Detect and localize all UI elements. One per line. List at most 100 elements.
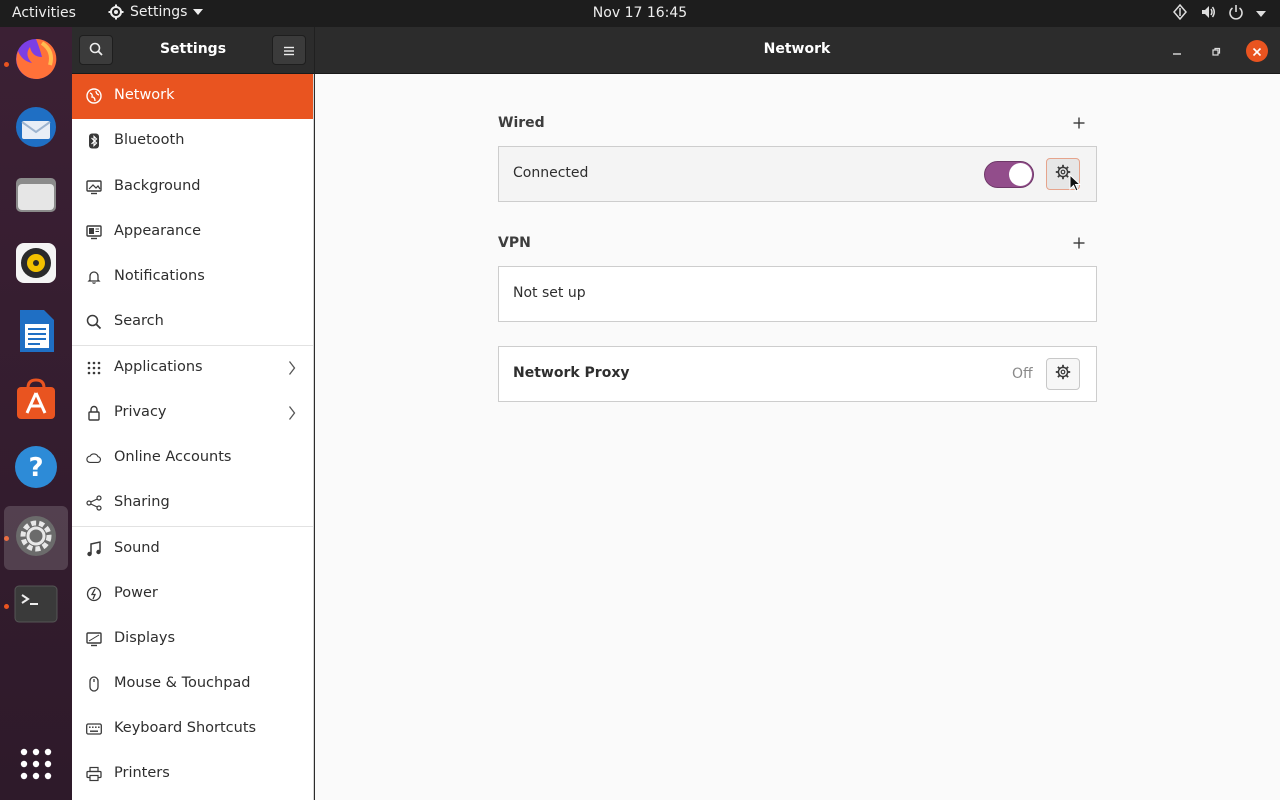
sidebar-item-network[interactable]: Network (72, 74, 313, 119)
maximize-button[interactable] (1205, 40, 1227, 62)
sidebar-item-privacy[interactable]: Privacy (72, 391, 313, 436)
music-note-icon (86, 541, 102, 557)
sidebar-item-label: Sharing (114, 494, 170, 510)
power-menu-icon[interactable] (1228, 4, 1244, 24)
sidebar-item-sound[interactable]: Sound (72, 527, 313, 572)
caret-down-icon (193, 8, 204, 16)
sidebar-item-label: Bluetooth (114, 132, 185, 148)
caret-down-icon[interactable] (1256, 6, 1266, 22)
sidebar-item-label: Online Accounts (114, 449, 232, 465)
wired-toggle-switch[interactable] (984, 161, 1034, 188)
sidebar-item-background[interactable]: Background (72, 165, 313, 210)
sidebar-item-label: Displays (114, 630, 176, 646)
dock-files[interactable] (4, 165, 68, 229)
sidebar-item-label: Network (114, 87, 175, 103)
plus-icon (1073, 234, 1085, 253)
sidebar-item-bluetooth[interactable]: Bluetooth (72, 119, 313, 164)
minimize-button[interactable] (1166, 40, 1188, 62)
proxy-settings-button[interactable] (1046, 358, 1080, 390)
hamburger-menu-icon (283, 41, 295, 60)
printer-icon (86, 766, 102, 782)
sidebar-item-applications[interactable]: Applications (72, 346, 313, 391)
sidebar-item-search[interactable]: Search (72, 300, 313, 345)
sidebar-item-keyboard-shortcuts[interactable]: Keyboard Shortcuts (72, 707, 313, 752)
dock-writer[interactable] (4, 301, 68, 365)
add-wired-button[interactable] (1068, 112, 1090, 134)
sidebar: Network Bluetooth Background Appearance … (72, 74, 314, 800)
show-apps-button[interactable] (4, 734, 68, 798)
add-vpn-button[interactable] (1068, 232, 1090, 254)
close-icon (1252, 42, 1262, 61)
network-icon (86, 88, 102, 104)
appearance-icon (86, 224, 102, 240)
menu-button[interactable] (272, 35, 306, 65)
dock-help[interactable]: ? (4, 437, 68, 501)
cloud-icon (86, 450, 102, 466)
dock-terminal[interactable] (4, 574, 68, 638)
system-tray[interactable] (1172, 3, 1266, 24)
svg-text:?: ? (28, 453, 43, 483)
dock-rhythmbox[interactable] (4, 233, 68, 297)
mouse-pointer-icon (1069, 173, 1082, 196)
writer-icon (16, 308, 56, 358)
wired-status: Connected (513, 165, 589, 181)
sidebar-item-power[interactable]: Power (72, 572, 313, 617)
sidebar-item-label: Background (114, 178, 201, 194)
sidebar-item-appearance[interactable]: Appearance (72, 210, 313, 255)
app-menu-label: Settings (130, 4, 188, 20)
network-proxy-row[interactable]: Network Proxy Off (498, 346, 1097, 402)
sidebar-item-online-accounts[interactable]: Online Accounts (72, 436, 313, 481)
keyboard-icon (86, 721, 102, 737)
dock-firefox[interactable] (4, 29, 68, 93)
sidebar-item-sharing[interactable]: Sharing (72, 481, 313, 526)
activities-button[interactable]: Activities (12, 5, 76, 21)
clock[interactable]: Nov 17 16:45 (593, 5, 687, 21)
page-title: Network (763, 41, 831, 57)
gear-icon (108, 4, 124, 20)
chevron-right-icon (288, 360, 296, 380)
network-wired-icon[interactable] (1172, 3, 1188, 24)
proxy-status: Off (1012, 366, 1033, 382)
files-icon (13, 172, 59, 222)
sidebar-item-label: Notifications (114, 268, 205, 284)
bluetooth-icon (86, 133, 102, 149)
sidebar-item-label: Printers (114, 765, 170, 781)
settings-icon (13, 513, 59, 563)
dock-thunderbird[interactable] (4, 97, 68, 161)
volume-icon[interactable] (1200, 4, 1216, 24)
search-icon (86, 314, 102, 330)
sidebar-item-displays[interactable]: Displays (72, 617, 313, 662)
lock-icon (86, 405, 102, 421)
sidebar-item-label: Mouse & Touchpad (114, 675, 251, 691)
bell-icon (86, 269, 102, 285)
app-menu[interactable]: Settings (108, 4, 204, 20)
sidebar-item-label: Privacy (114, 404, 167, 420)
close-button[interactable] (1246, 40, 1268, 62)
minimize-icon (1172, 42, 1182, 61)
dock-settings[interactable] (4, 506, 68, 570)
power-icon (86, 586, 102, 602)
wired-section-title: Wired (498, 115, 545, 131)
mouse-icon (86, 676, 102, 692)
network-proxy-label: Network Proxy (513, 365, 630, 381)
header-bar: Settings Network (72, 27, 1280, 74)
vpn-section-title: VPN (498, 235, 531, 251)
sidebar-item-notifications[interactable]: Notifications (72, 255, 313, 300)
firefox-icon (12, 35, 60, 87)
chevron-right-icon (288, 405, 296, 425)
dock: ? (0, 27, 72, 800)
plus-icon (1073, 114, 1085, 133)
network-panel: Wired Connected VPN Not set up Network P… (315, 74, 1280, 800)
wired-connection-row[interactable]: Connected (498, 146, 1097, 202)
top-bar: Activities Settings Nov 17 16:45 (0, 0, 1280, 27)
dock-software[interactable] (4, 369, 68, 433)
sidebar-item-printers[interactable]: Printers (72, 752, 313, 797)
grid-icon (86, 360, 102, 376)
vpn-row: Not set up (498, 266, 1097, 322)
terminal-icon (14, 584, 58, 628)
software-icon (13, 376, 59, 426)
thunderbird-icon (12, 103, 60, 155)
sidebar-item-label: Keyboard Shortcuts (114, 720, 257, 736)
gear-icon (1055, 364, 1071, 384)
sidebar-item-mouse-touchpad[interactable]: Mouse & Touchpad (72, 662, 313, 707)
